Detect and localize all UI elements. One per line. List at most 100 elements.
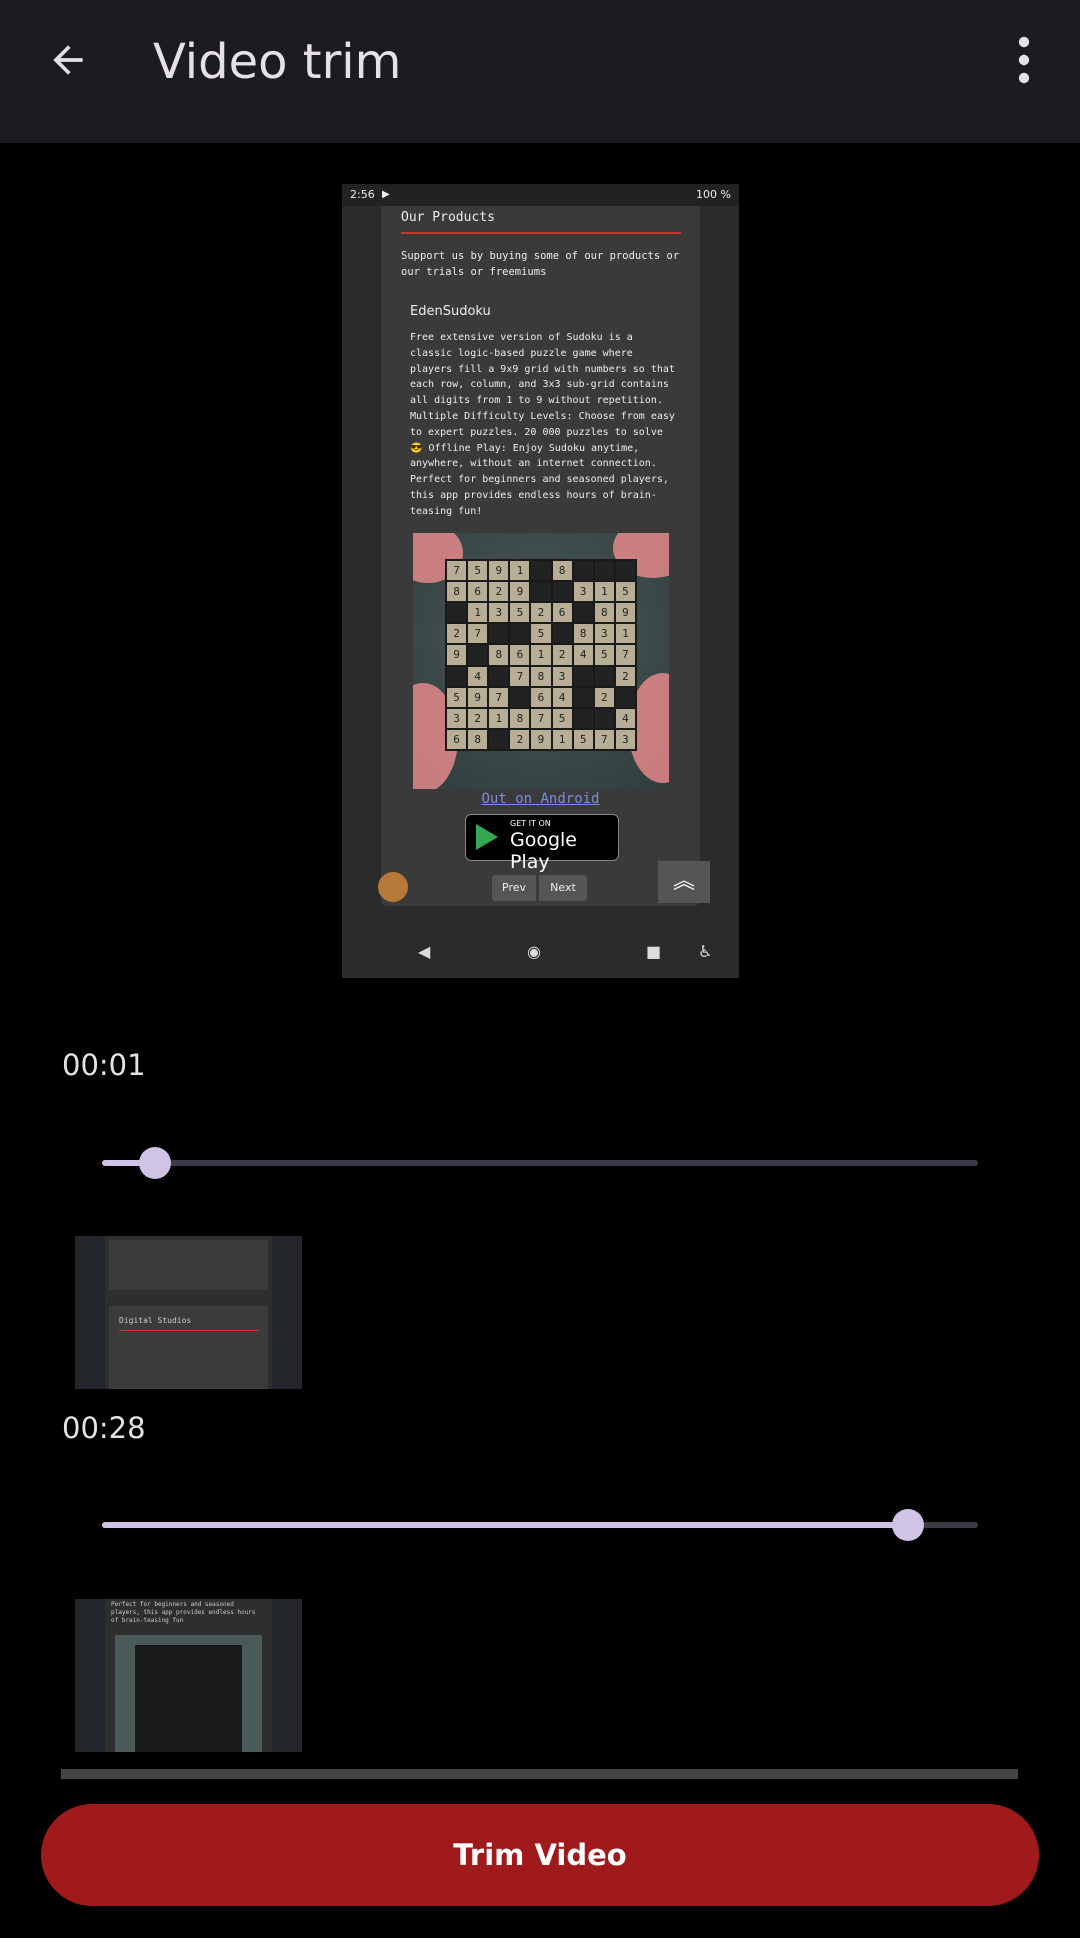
end-slider-thumb[interactable] — [891, 1509, 924, 1541]
sudoku-cell: 7 — [531, 708, 551, 728]
sudoku-cell: 6 — [468, 582, 488, 602]
sudoku-cell: 2 — [552, 645, 572, 665]
sudoku-cell: 2 — [489, 582, 509, 602]
sudoku-cell: 1 — [552, 729, 572, 749]
start-slider-track — [102, 1160, 978, 1166]
sudoku-cell: 7 — [489, 687, 509, 707]
sudoku-cell: 5 — [510, 603, 530, 623]
sudoku-cell — [489, 666, 509, 686]
sudoku-cell: 7 — [615, 645, 635, 665]
sudoku-cell: 4 — [468, 666, 488, 686]
sudoku-cell: 2 — [447, 624, 467, 644]
sudoku-cell: 7 — [468, 624, 488, 644]
sudoku-cell — [447, 666, 467, 686]
sudoku-cell: 5 — [531, 624, 551, 644]
sudoku-cell — [489, 624, 509, 644]
end-frame-caption: Perfect for beginners and seasoned playe… — [111, 1601, 256, 1624]
cookie-icon — [378, 872, 408, 902]
sudoku-cell: 3 — [552, 666, 572, 686]
google-play-badge: GET IT ON Google Play — [465, 814, 619, 873]
end-slider-active-track — [102, 1522, 908, 1528]
sudoku-cell: 4 — [615, 708, 635, 728]
sudoku-cell: 5 — [552, 708, 572, 728]
start-frame-thumbnail: Digital Studios — [75, 1236, 302, 1389]
products-heading: Our Products — [401, 210, 495, 225]
start-slider[interactable] — [102, 1143, 978, 1183]
sudoku-cell: 7 — [594, 729, 614, 749]
sudoku-cell: 3 — [615, 729, 635, 749]
sudoku-cell: 8 — [447, 582, 467, 602]
sudoku-cell: 2 — [510, 729, 530, 749]
sudoku-cell: 3 — [489, 603, 509, 623]
nav-home-icon: ◉ — [527, 942, 541, 961]
sudoku-cell: 3 — [447, 708, 467, 728]
sudoku-cell: 6 — [447, 729, 467, 749]
preview-nav-bar: ◀ ◉ ■ ♿ — [342, 932, 739, 978]
sudoku-cell — [573, 687, 593, 707]
sudoku-cell: 8 — [531, 666, 551, 686]
android-link: Out on Android — [481, 791, 600, 807]
sudoku-cell — [594, 561, 614, 581]
sudoku-cell — [573, 708, 593, 728]
play-icon: ▶ — [382, 189, 390, 200]
sudoku-cell — [573, 561, 593, 581]
sudoku-cell: 8 — [573, 624, 593, 644]
sudoku-cell: 8 — [552, 561, 572, 581]
sudoku-cell — [552, 624, 572, 644]
sudoku-cell: 5 — [447, 687, 467, 707]
sudoku-cell: 5 — [594, 645, 614, 665]
sudoku-cell: 9 — [447, 645, 467, 665]
support-text: Support us by buying some of our product… — [401, 250, 680, 278]
end-frame-content: Perfect for beginners and seasoned playe… — [105, 1599, 272, 1752]
preview-status-bar: 2:56 ▶ 100 % — [342, 184, 739, 206]
play-badge-text: Google Play — [510, 829, 578, 873]
sudoku-cell — [573, 603, 593, 623]
sudoku-cell — [447, 603, 467, 623]
sudoku-screenshot: 7591886293151352689275831986124574783259… — [413, 533, 669, 789]
end-slider[interactable] — [102, 1505, 978, 1545]
sudoku-cell: 4 — [552, 687, 572, 707]
status-battery: 100 % — [696, 188, 731, 201]
scroll-top-icon: ︽ — [658, 861, 710, 903]
sudoku-cell: 4 — [573, 645, 593, 665]
sudoku-cell — [510, 624, 530, 644]
page-title: Video trim — [153, 34, 402, 90]
prev-label: Prev — [492, 875, 536, 901]
product-description: Free extensive version of Sudoku is a cl… — [410, 332, 675, 517]
sudoku-cell — [573, 666, 593, 686]
sudoku-cell: 6 — [510, 645, 530, 665]
end-time-label: 00:28 — [62, 1411, 146, 1445]
top-app-bar: Video trim — [0, 0, 1080, 143]
sudoku-cell: 2 — [615, 666, 635, 686]
sudoku-cell: 2 — [531, 603, 551, 623]
start-time-label: 00:01 — [62, 1048, 146, 1082]
video-preview[interactable]: 2:56 ▶ 100 % Our Products Support us by … — [342, 184, 739, 978]
sudoku-cell: 1 — [510, 561, 530, 581]
nav-back-icon: ◀ — [418, 942, 431, 961]
sudoku-cell — [594, 708, 614, 728]
sudoku-cell: 9 — [510, 582, 530, 602]
sudoku-cell — [510, 687, 530, 707]
sudoku-cell: 9 — [531, 729, 551, 749]
status-time: 2:56 — [350, 188, 375, 201]
nav-recents-icon: ■ — [646, 942, 662, 961]
sudoku-cell: 8 — [510, 708, 530, 728]
heading-divider — [401, 232, 681, 234]
sudoku-cell: 2 — [468, 708, 488, 728]
sudoku-cell: 1 — [615, 624, 635, 644]
arrow-back-icon — [53, 45, 83, 75]
start-frame-title: Digital Studios — [119, 1316, 192, 1325]
sudoku-cell: 5 — [573, 729, 593, 749]
back-button[interactable] — [38, 30, 98, 90]
play-store-icon — [476, 824, 498, 850]
product-name: EdenSudoku — [410, 304, 491, 319]
sudoku-grid: 7591886293151352689275831986124574783259… — [445, 559, 637, 751]
start-frame-content: Digital Studios — [105, 1236, 272, 1389]
sudoku-cell: 9 — [468, 687, 488, 707]
sudoku-cell: 8 — [468, 729, 488, 749]
start-slider-thumb[interactable] — [138, 1147, 171, 1179]
trim-video-button[interactable]: Trim Video — [41, 1804, 1039, 1906]
sudoku-cell: 7 — [510, 666, 530, 686]
sudoku-cell — [531, 582, 551, 602]
overflow-menu-button[interactable] — [1000, 30, 1048, 90]
